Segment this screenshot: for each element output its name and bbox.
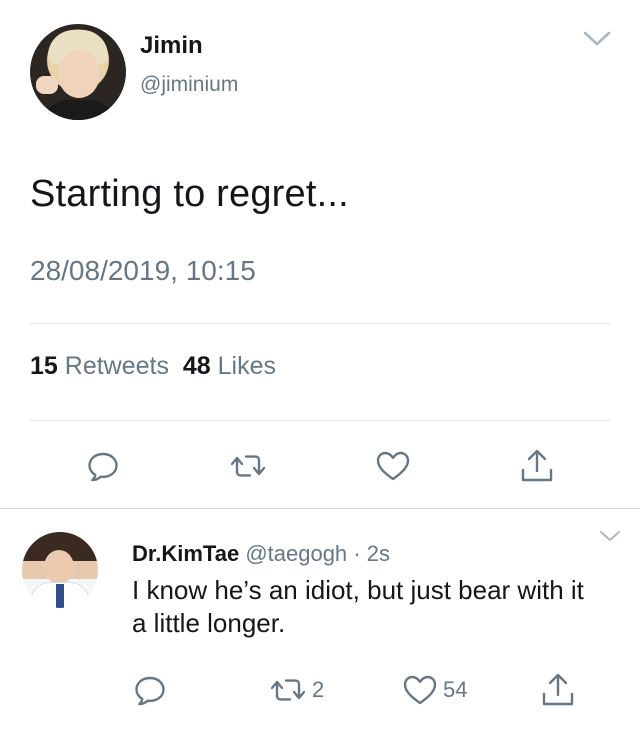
reply-text: I know he’s an idiot, but just bear with… — [132, 575, 584, 638]
author-handle[interactable]: @jiminium — [140, 73, 238, 97]
chevron-down-icon[interactable] — [582, 26, 612, 50]
heart-icon[interactable] — [373, 446, 413, 486]
reply-icon[interactable] — [130, 670, 170, 710]
retweets-label[interactable]: Retweets — [58, 352, 183, 381]
share-icon[interactable] — [517, 446, 557, 486]
reply-retweet-count: 2 — [312, 677, 325, 702]
reply-author-name[interactable]: Dr.KimTae — [132, 541, 239, 566]
likes-label[interactable]: Likes — [211, 352, 276, 381]
reply-author-handle[interactable]: @taegogh — [245, 541, 347, 566]
reply-age[interactable]: 2s — [367, 541, 390, 566]
reply-author-avatar[interactable] — [22, 532, 98, 608]
avatar-tie — [56, 584, 64, 608]
reply-icon[interactable] — [83, 446, 123, 486]
author-name[interactable]: Jimin — [140, 32, 203, 60]
retweet-icon[interactable] — [228, 446, 268, 486]
reply-header: Dr.KimTae @taegogh · 2s — [132, 541, 390, 567]
avatar-shirt — [40, 100, 118, 120]
share-icon[interactable] — [538, 670, 578, 710]
tweet-timestamp[interactable]: 28/08/2019, 10:15 — [30, 255, 256, 287]
reply-separator: · — [353, 541, 361, 566]
avatar-hand — [36, 76, 58, 94]
author-avatar[interactable] — [30, 24, 126, 120]
tweet-stats: 15 Retweets 48 Likes — [30, 352, 276, 381]
chevron-down-icon[interactable] — [598, 527, 622, 545]
avatar-face — [44, 550, 74, 584]
tweet-text: Starting to regret... — [30, 173, 349, 215]
heart-icon[interactable] — [400, 670, 440, 710]
divider — [30, 323, 610, 324]
retweet-icon[interactable] — [268, 670, 308, 710]
likes-count[interactable]: 48 — [183, 352, 211, 381]
avatar-face — [58, 50, 100, 98]
retweets-count[interactable]: 15 — [30, 352, 58, 381]
section-divider — [0, 508, 640, 509]
reply-like-count: 54 — [443, 677, 468, 702]
divider — [30, 420, 610, 421]
